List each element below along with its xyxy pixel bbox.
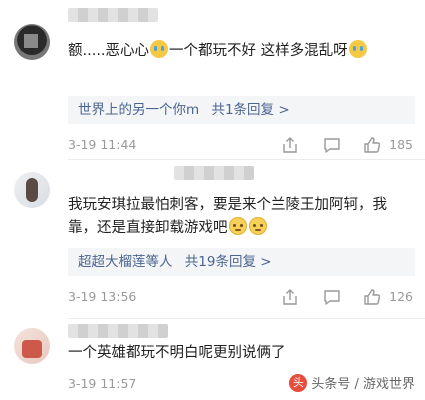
avatar[interactable]	[14, 328, 50, 364]
thumbs-up-icon[interactable]	[362, 135, 382, 155]
emoji-shy-icon	[228, 217, 247, 235]
comment-icon[interactable]	[322, 287, 342, 307]
username-blurred[interactable]	[68, 324, 168, 338]
share-icon[interactable]	[280, 287, 300, 307]
toutiao-logo-icon: 头	[289, 373, 308, 392]
username-blurred[interactable]	[68, 8, 158, 22]
reply-user[interactable]: 超超大榴莲等人	[78, 254, 173, 270]
comment-item-1: 额.....恶心心 一个都玩不好 这样多混乱呀 世界上的另一个你m 共1条回复 >…	[0, 0, 425, 160]
comment-icon[interactable]	[322, 135, 342, 155]
reply-count[interactable]: 共19条回复 >	[185, 254, 272, 270]
reply-preview[interactable]: 超超大榴莲等人 共19条回复 >	[68, 248, 415, 276]
comment-meta: 3-19 13:56 126	[68, 287, 413, 307]
watermark-text: 头条号 / 游戏世界	[311, 377, 415, 392]
avatar[interactable]	[14, 24, 50, 60]
avatar[interactable]	[14, 172, 50, 208]
emoji-crying-icon	[150, 40, 169, 58]
thumbs-up-icon[interactable]	[362, 287, 382, 307]
watermark: 头 头条号 / 游戏世界	[285, 371, 419, 394]
emoji-shy-icon	[248, 217, 267, 235]
comment-text: 一个英雄都玩不明白呢更别说俩了	[68, 345, 286, 361]
timestamp: 3-19 13:56	[68, 289, 137, 304]
timestamp: 3-19 11:44	[68, 137, 137, 152]
comment-item-2: 我玩安琪拉最怕刺客，要是来个兰陵王加阿轲，我靠，还是直接卸载游戏吧 超超大榴莲等…	[0, 160, 425, 320]
comment-text: 我玩安琪拉最怕刺客，要是来个兰陵王加阿轲，我靠，还是直接卸载游戏吧	[68, 197, 387, 236]
reply-count[interactable]: 共1条回复 >	[211, 102, 289, 118]
username-blurred[interactable]	[174, 166, 254, 180]
like-count: 185	[389, 137, 413, 152]
reply-user[interactable]: 世界上的另一个你m	[78, 102, 199, 118]
share-icon[interactable]	[280, 135, 300, 155]
timestamp: 3-19 11:57	[68, 376, 137, 391]
comment-meta: 3-19 11:44 185	[68, 135, 413, 155]
like-count: 126	[389, 289, 413, 304]
emoji-crying-icon	[348, 40, 367, 58]
comment-text: 额.....恶心心 一个都玩不好 这样多混乱呀	[68, 40, 413, 63]
reply-preview[interactable]: 世界上的另一个你m 共1条回复 >	[68, 96, 415, 124]
